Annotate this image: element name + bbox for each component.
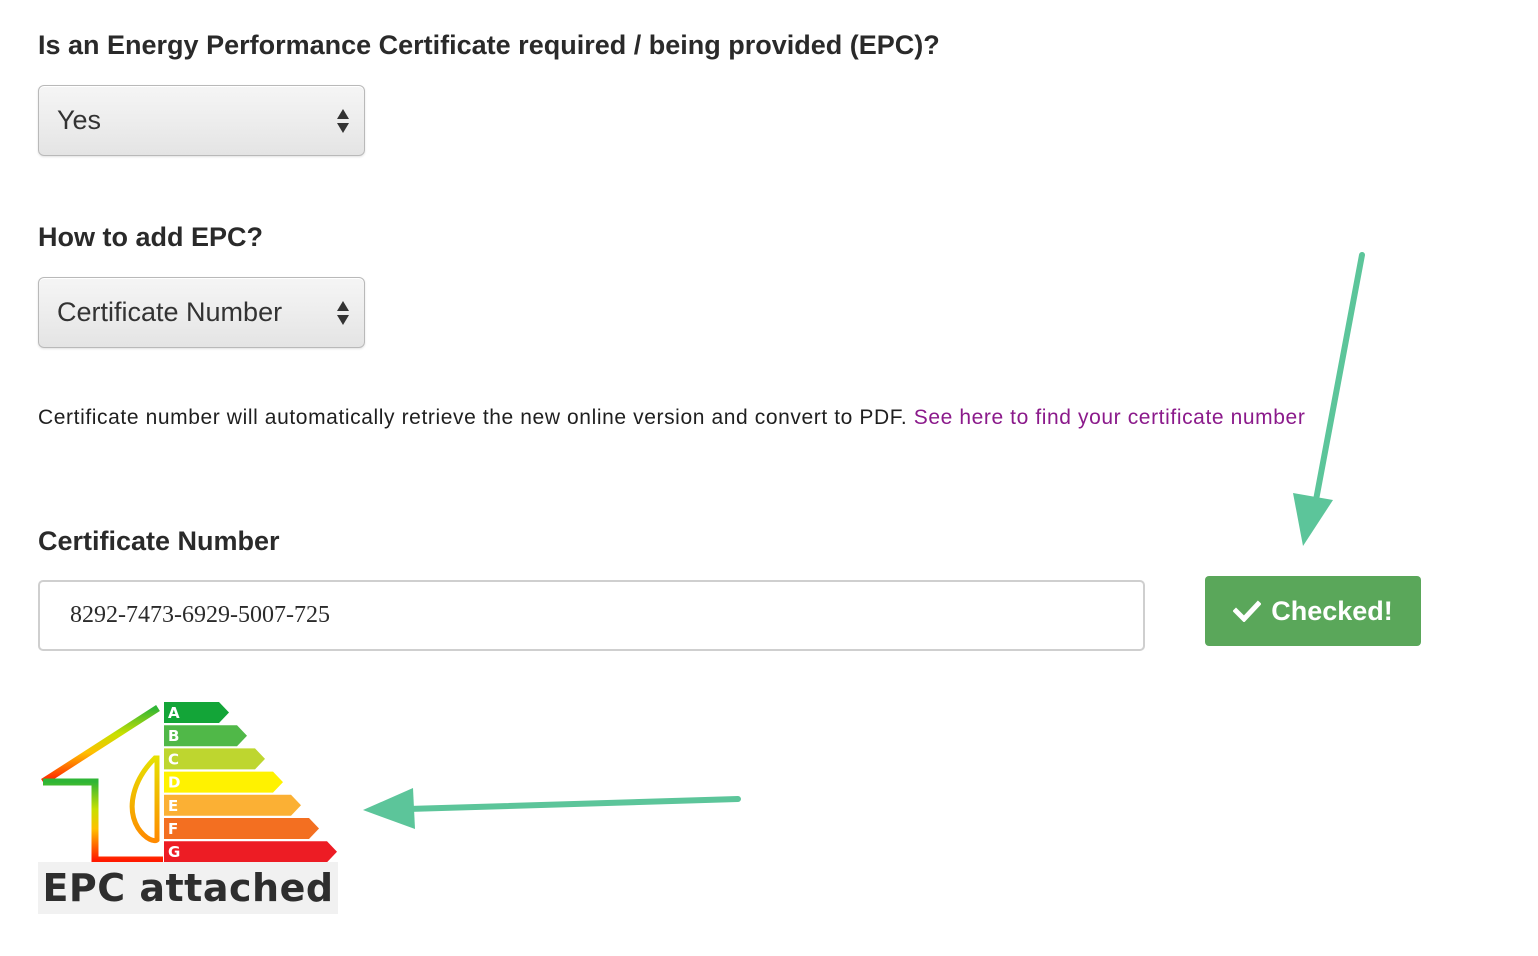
check-icon — [1233, 600, 1262, 622]
certificate-info-sentence: Certificate number will automatically re… — [38, 406, 914, 429]
epc-band-label-c: C — [168, 750, 179, 768]
how-to-add-question: How to add EPC? — [38, 222, 263, 252]
epc-required-selected-value: Yes — [57, 105, 102, 135]
how-to-add-select[interactable]: Certificate Number — [38, 277, 365, 348]
certificate-number-label: Certificate Number — [38, 526, 280, 556]
epc-band-f — [164, 818, 319, 839]
epc-band-label-g: G — [168, 843, 180, 861]
checked-button[interactable]: Checked! — [1205, 576, 1421, 646]
annotation-arrow-left-icon — [363, 788, 741, 829]
epc-band-label-e: E — [168, 797, 178, 815]
certificate-number-input[interactable] — [38, 580, 1145, 651]
certificate-info-text: Certificate number will automatically re… — [38, 406, 1305, 430]
find-certificate-number-link[interactable]: See here to find your certificate number — [914, 406, 1306, 429]
epc-band-label-f: F — [168, 820, 178, 838]
epc-band-label-d: D — [168, 774, 180, 792]
epc-required-question: Is an Energy Performance Certificate req… — [38, 30, 940, 60]
epc-band-label-a: A — [168, 704, 180, 722]
checked-button-label: Checked! — [1271, 595, 1393, 626]
epc-band-g — [164, 841, 337, 863]
epc-required-select[interactable]: Yes — [38, 85, 365, 156]
epc-band-c — [164, 748, 265, 770]
epc-band-label-b: B — [168, 727, 179, 745]
epc-band-d — [164, 771, 283, 793]
epc-band-e — [164, 794, 301, 816]
annotation-arrow-down-icon — [1293, 252, 1365, 546]
up-down-arrows-icon — [336, 300, 350, 326]
how-to-add-selected-value: Certificate Number — [57, 297, 283, 327]
epc-bands: ABCDEFG — [164, 702, 337, 863]
up-down-arrows-icon — [336, 108, 350, 134]
epc-attached-caption: EPC attached — [38, 862, 338, 914]
